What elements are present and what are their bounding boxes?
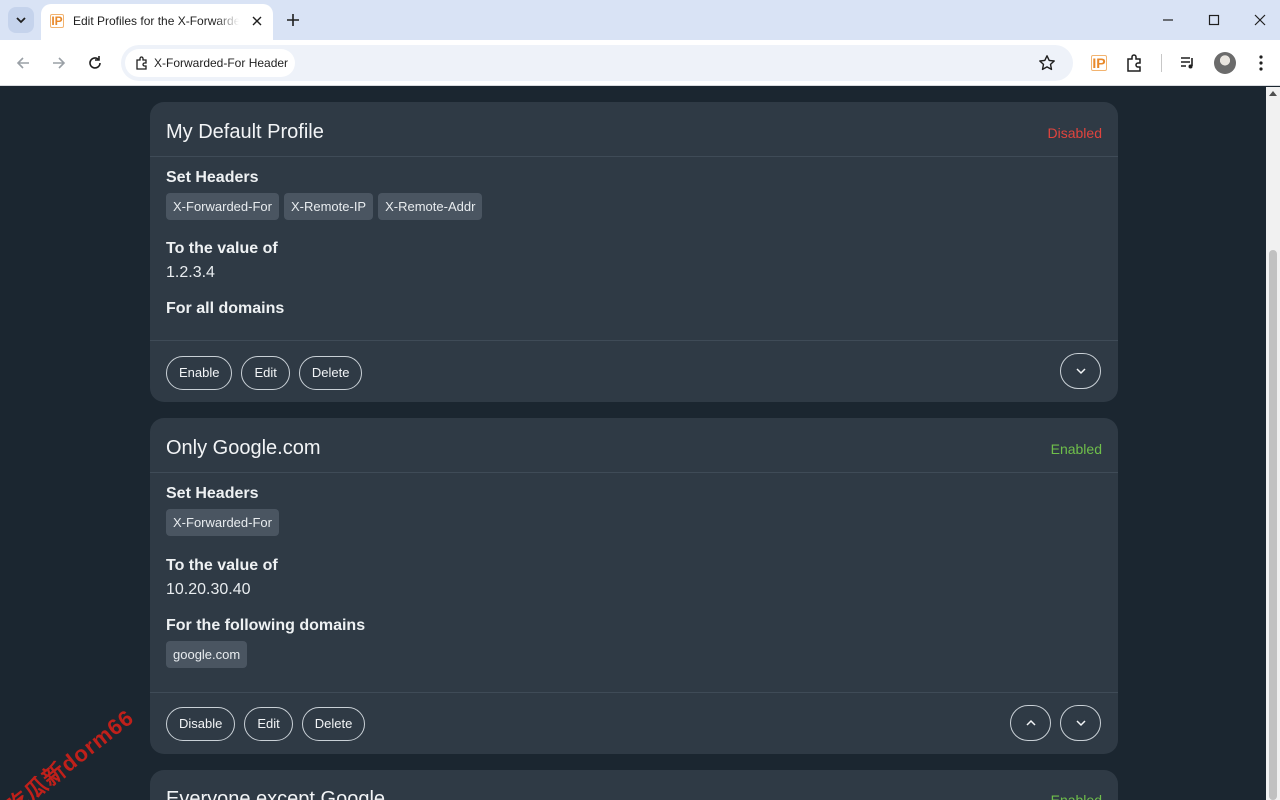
- ip-extension-icon: IP: [1091, 55, 1107, 71]
- header-value: 1.2.3.4: [166, 264, 215, 281]
- header-value: 10.20.30.40: [166, 581, 251, 598]
- reload-icon: [89, 56, 101, 69]
- maximize-icon: [1208, 14, 1220, 26]
- move-up-button[interactable]: [1010, 705, 1051, 741]
- enable-button[interactable]: Enable: [166, 356, 233, 390]
- minimize-icon: [1163, 19, 1173, 21]
- active-tab[interactable]: IP Edit Profiles for the X-Forwarded-For…: [41, 4, 273, 40]
- profile-card: My Default Profile Disabled Set Headers …: [150, 102, 1118, 402]
- back-button[interactable]: [11, 51, 35, 75]
- domains-label: For all domains: [166, 300, 285, 317]
- close-icon: [1254, 14, 1266, 26]
- new-tab-button[interactable]: [282, 9, 304, 31]
- set-headers-label: Set Headers: [166, 169, 259, 186]
- address-bar[interactable]: X-Forwarded-For Header: [121, 45, 1073, 81]
- extension-page-icon: [136, 56, 147, 70]
- action-buttons: Enable Edit Delete: [166, 356, 363, 390]
- profile-title: Only Google.com: [166, 437, 321, 459]
- header-chip-list: X-Forwarded-For X-Remote-IP X-Remote-Add…: [166, 193, 483, 220]
- extensions-button[interactable]: [1123, 51, 1147, 75]
- header-chip-list: X-Forwarded-For: [166, 509, 279, 536]
- status-badge: Disabled: [1047, 125, 1102, 141]
- close-window-button[interactable]: [1237, 0, 1280, 40]
- maximize-button[interactable]: [1191, 0, 1237, 40]
- browser-menu-button[interactable]: [1249, 51, 1273, 75]
- domain-chip: google.com: [166, 641, 248, 668]
- tab-title: Edit Profiles for the X-Forwarded-For He…: [73, 14, 239, 30]
- scroll-up-arrow-icon[interactable]: [1269, 91, 1277, 96]
- domain-chip-list: google.com: [166, 641, 248, 668]
- profile-title: Everyone except Google: [166, 788, 386, 800]
- move-down-button[interactable]: [1060, 705, 1101, 741]
- delete-button[interactable]: Delete: [301, 707, 366, 741]
- watermark: 吃瓜新dorm66: [1, 704, 139, 800]
- minimize-button[interactable]: [1145, 0, 1191, 40]
- forward-button[interactable]: [47, 51, 71, 75]
- value-label: To the value of: [166, 240, 278, 257]
- profile-card-header: My Default Profile Disabled: [150, 102, 1118, 157]
- edit-button[interactable]: Edit: [241, 356, 290, 390]
- puzzle-icon: [1127, 54, 1141, 72]
- media-controls-button[interactable]: [1176, 51, 1200, 75]
- profile-card: Everyone except Google Enabled: [150, 770, 1118, 800]
- profile-card-footer: Disable Edit Delete: [150, 692, 1118, 754]
- header-chip: X-Forwarded-For: [166, 193, 279, 220]
- arrow-right-icon: [53, 57, 66, 69]
- plus-icon: [287, 14, 299, 26]
- chevron-down-icon: [16, 17, 26, 24]
- profile-card-footer: Enable Edit Delete: [150, 340, 1118, 402]
- browser-toolbar: X-Forwarded-For Header IP: [0, 40, 1280, 86]
- close-icon: [252, 16, 262, 26]
- more-vert-icon: [1259, 55, 1263, 71]
- tab-close-button[interactable]: [247, 11, 267, 31]
- profile-title: My Default Profile: [166, 121, 324, 143]
- tab-search-button[interactable]: [8, 7, 34, 33]
- toolbar-separator: [1161, 54, 1162, 72]
- reload-button[interactable]: [83, 51, 107, 75]
- page-viewport: My Default Profile Disabled Set Headers …: [0, 87, 1280, 800]
- arrow-left-icon: [16, 57, 29, 69]
- star-icon: [1039, 55, 1055, 71]
- ip-favicon-icon: IP: [50, 14, 64, 28]
- ip-extension-button[interactable]: IP: [1087, 51, 1111, 75]
- bookmark-star-button[interactable]: [1037, 53, 1057, 73]
- header-chip: X-Remote-Addr: [378, 193, 483, 220]
- delete-button[interactable]: Delete: [298, 356, 363, 390]
- status-badge: Enabled: [1050, 792, 1102, 800]
- site-info-chip[interactable]: X-Forwarded-For Header: [125, 49, 295, 77]
- chevron-up-icon: [1025, 719, 1036, 726]
- value-label: To the value of: [166, 557, 278, 574]
- header-chip: X-Remote-IP: [283, 193, 374, 220]
- page-scrollbar[interactable]: [1266, 87, 1280, 800]
- chevron-down-icon: [1075, 720, 1086, 727]
- tab-strip: IP Edit Profiles for the X-Forwarded-For…: [0, 0, 1280, 40]
- edit-button[interactable]: Edit: [244, 707, 293, 741]
- site-label: X-Forwarded-For Header: [154, 56, 289, 70]
- profile-card-header: Only Google.com Enabled: [150, 418, 1118, 473]
- profile-card: Only Google.com Enabled Set Headers X-Fo…: [150, 418, 1118, 754]
- disable-button[interactable]: Disable: [166, 707, 236, 741]
- set-headers-label: Set Headers: [166, 485, 259, 502]
- media-playlist-icon: [1181, 57, 1193, 69]
- chevron-down-icon: [1075, 368, 1086, 375]
- profile-avatar[interactable]: [1214, 52, 1236, 74]
- domains-label: For the following domains: [166, 617, 366, 634]
- header-chip: X-Forwarded-For: [166, 509, 279, 536]
- move-down-button[interactable]: [1060, 353, 1101, 389]
- status-badge: Enabled: [1050, 441, 1102, 457]
- scroll-thumb[interactable]: [1269, 250, 1277, 800]
- action-buttons: Disable Edit Delete: [166, 707, 366, 741]
